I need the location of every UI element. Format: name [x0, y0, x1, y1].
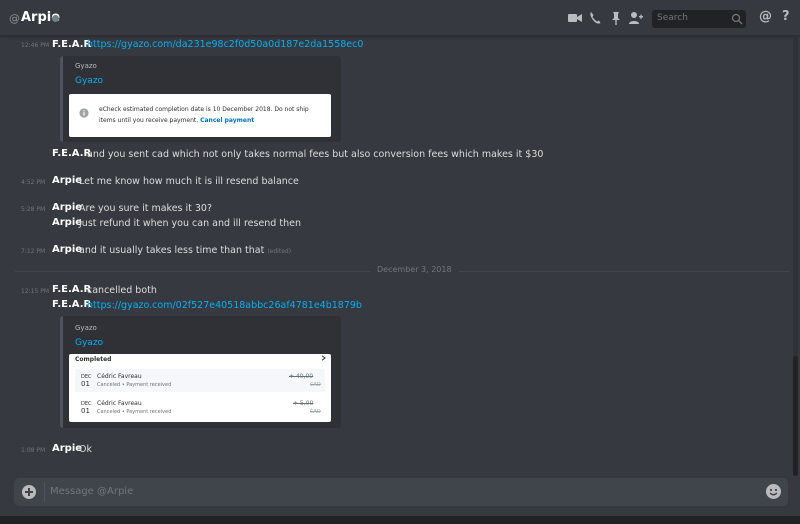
scrollbar[interactable] — [793, 36, 798, 476]
embed-title[interactable]: Gyazo — [75, 76, 103, 86]
message-author[interactable]: F.E.A.R — [52, 299, 91, 310]
info-icon — [79, 108, 89, 118]
search-icon — [731, 13, 743, 25]
message-author[interactable]: Arpie — [52, 244, 82, 255]
transaction-name: Cédric Favreau — [97, 400, 142, 407]
message: 1:08 PM Arpie Ok — [0, 443, 790, 457]
message-timestamp: 1:08 PM — [21, 447, 46, 454]
transaction-row[interactable]: DEC 01 Cédric Favreau Canceled • Payment… — [75, 396, 325, 419]
message-author[interactable]: F.E.A.R — [52, 39, 91, 50]
transaction-currency: CAD — [310, 409, 321, 415]
cancel-payment-link[interactable]: Cancel payment — [200, 117, 254, 124]
embed-provider: Gyazo — [75, 62, 97, 70]
message: F.E.A.R and you sent cad which not only … — [0, 148, 790, 162]
message-link[interactable]: https://gyazo.com/da231e98c2f0d50a0d187e… — [87, 39, 363, 50]
message-text: and it usually takes less time than that… — [79, 245, 291, 256]
message-timestamp: 4:52 PM — [21, 179, 46, 186]
message: 5:28 PM Arpie Are you sure it makes it 3… — [0, 202, 790, 216]
message-list: 12:46 PM F.E.A.R https://gyazo.com/da231… — [0, 36, 800, 476]
embed-image[interactable]: Completed DEC 01 Cédric Favreau Canceled… — [69, 354, 331, 422]
message-author[interactable]: Arpie — [52, 175, 82, 186]
message-body: and it usually takes less time than that — [79, 245, 265, 256]
status-indicator — [52, 15, 59, 22]
transaction-day: 01 — [81, 407, 90, 415]
transaction-currency: CAD — [310, 382, 321, 388]
message-input[interactable]: Message @Arpie — [50, 486, 133, 497]
link-embed: Gyazo Gyazo Completed DEC 01 Cédric Favr… — [60, 316, 341, 428]
help-icon[interactable]: ? — [782, 9, 790, 24]
message-text: Ok — [79, 444, 92, 455]
transaction-amount: + 5,00 — [293, 400, 314, 407]
search-input[interactable]: Search — [652, 10, 746, 28]
message-timestamp: 5:28 PM — [21, 206, 46, 213]
message-composer[interactable]: Message @Arpie — [14, 478, 788, 506]
message-text: Are you sure it makes it 30? — [79, 203, 213, 214]
message-timestamp: 7:12 PM — [21, 248, 46, 255]
upload-plus-icon[interactable] — [22, 485, 36, 499]
message-text: Let me know how much it is ill resend ba… — [79, 176, 299, 187]
message-author[interactable]: F.E.A.R — [52, 148, 91, 159]
message-timestamp: 12:46 PM — [21, 42, 49, 49]
message: 12:46 PM F.E.A.R https://gyazo.com/da231… — [0, 38, 790, 54]
video-call-icon[interactable] — [567, 10, 583, 26]
transaction-status: Canceled • Payment received — [97, 409, 172, 415]
voice-call-icon[interactable] — [588, 10, 604, 26]
transaction-name: Cédric Favreau — [97, 373, 142, 380]
window-bottom-strip — [0, 516, 800, 524]
message: Arpie Just refund it when you can and il… — [0, 217, 790, 231]
message: 12:15 PM F.E.A.R cancelled both — [0, 284, 790, 298]
transaction-status: Canceled • Payment received — [97, 382, 172, 388]
transaction-amount: + 40,00 — [289, 373, 314, 380]
message-author[interactable]: F.E.A.R — [52, 284, 91, 295]
message-link[interactable]: https://gyazo.com/02f527e40518abbc26af47… — [87, 300, 362, 311]
message-author[interactable]: Arpie — [52, 202, 82, 213]
search-placeholder: Search — [657, 13, 688, 23]
add-friend-icon[interactable] — [628, 10, 644, 26]
scrollbar-thumb[interactable] — [793, 356, 798, 476]
transaction-day: 01 — [81, 380, 90, 388]
transaction-row[interactable]: DEC 01 Cédric Favreau Canceled • Payment… — [75, 369, 325, 392]
message-author[interactable]: Arpie — [52, 443, 82, 454]
embed-image[interactable]: eCheck estimated completion date is 10 D… — [69, 94, 331, 137]
at-symbol: @ — [9, 12, 20, 25]
channel-header: @ Arpie Search @ ? — [0, 0, 800, 36]
message-text: and you sent cad which not only takes no… — [87, 149, 544, 160]
pin-icon[interactable] — [608, 10, 624, 26]
chevron-right-icon — [321, 355, 326, 361]
message-timestamp: 12:15 PM — [21, 288, 49, 295]
message-author[interactable]: Arpie — [52, 217, 82, 228]
message: 4:52 PM Arpie Let me know how much it is… — [0, 175, 790, 189]
mentions-icon[interactable]: @ — [759, 9, 772, 24]
composer-divider — [44, 482, 45, 502]
message: F.E.A.R https://gyazo.com/02f527e40518ab… — [0, 299, 790, 313]
edited-marker: (edited) — [267, 248, 292, 255]
message: 7:12 PM Arpie and it usually takes less … — [0, 244, 790, 258]
embed-provider: Gyazo — [75, 324, 97, 332]
message-text: cancelled both — [87, 285, 157, 296]
link-embed: Gyazo Gyazo eCheck estimated completion … — [60, 56, 341, 142]
embed-title[interactable]: Gyazo — [75, 338, 103, 348]
panel-title: Completed — [75, 356, 112, 363]
date-divider: December 3, 2018 — [15, 265, 790, 274]
date-divider-label: December 3, 2018 — [370, 265, 459, 274]
message-text: Just refund it when you can and ill rese… — [79, 218, 301, 229]
emoji-icon[interactable] — [765, 483, 782, 500]
